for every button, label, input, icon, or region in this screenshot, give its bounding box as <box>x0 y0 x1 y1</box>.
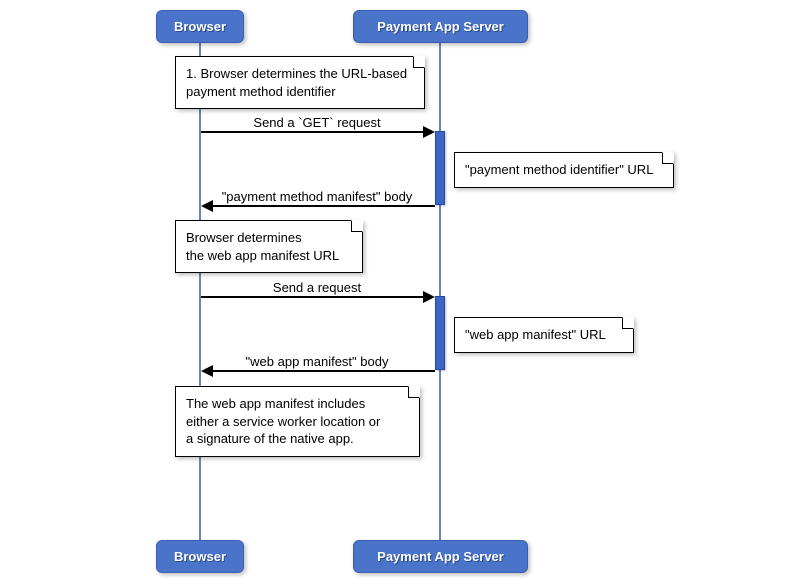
participant-label: Browser <box>174 19 226 34</box>
message-label-get-request: Send a `GET` request <box>201 115 433 130</box>
lifeline-server <box>439 42 441 542</box>
message-line <box>213 205 435 207</box>
participant-label: Browser <box>174 549 226 564</box>
note-web-app-manifest-url: "web app manifest" URL <box>454 317 634 353</box>
arrow-right-icon <box>423 291 435 303</box>
message-label-send-request: Send a request <box>201 280 433 295</box>
note-manifest-includes: The web app manifest includes either a s… <box>175 386 420 457</box>
activation-bar <box>435 296 445 370</box>
note-line: Browser determines <box>186 229 352 247</box>
participant-browser-top: Browser <box>156 10 244 43</box>
message-line <box>201 296 423 298</box>
note-line: The web app manifest includes <box>186 395 409 413</box>
note-line: payment method identifier <box>186 83 414 101</box>
arrow-left-icon <box>201 200 213 212</box>
note-line: the web app manifest URL <box>186 247 352 265</box>
message-line <box>213 370 435 372</box>
note-line: "payment method identifier" URL <box>465 161 663 179</box>
note-line: "web app manifest" URL <box>465 326 623 344</box>
arrow-right-icon <box>423 126 435 138</box>
participant-server-top: Payment App Server <box>353 10 528 43</box>
participant-label: Payment App Server <box>377 549 504 564</box>
note-line: either a service worker location or <box>186 413 409 431</box>
message-line <box>201 131 423 133</box>
sequence-diagram: Browser Payment App Server 1. Browser de… <box>0 0 800 587</box>
message-label-web-app-manifest-body: "web app manifest" body <box>201 354 433 369</box>
participant-server-bottom: Payment App Server <box>353 540 528 573</box>
participant-label: Payment App Server <box>377 19 504 34</box>
note-line: 1. Browser determines the URL-based <box>186 65 414 83</box>
participant-browser-bottom: Browser <box>156 540 244 573</box>
message-label-manifest-body: "payment method manifest" body <box>201 189 433 204</box>
note-url-based-identifier: 1. Browser determines the URL-based paym… <box>175 56 425 109</box>
note-web-app-manifest-url-determine: Browser determines the web app manifest … <box>175 220 363 273</box>
note-line: a signature of the native app. <box>186 430 409 448</box>
note-payment-method-identifier-url: "payment method identifier" URL <box>454 152 674 188</box>
arrow-left-icon <box>201 365 213 377</box>
activation-bar <box>435 131 445 205</box>
